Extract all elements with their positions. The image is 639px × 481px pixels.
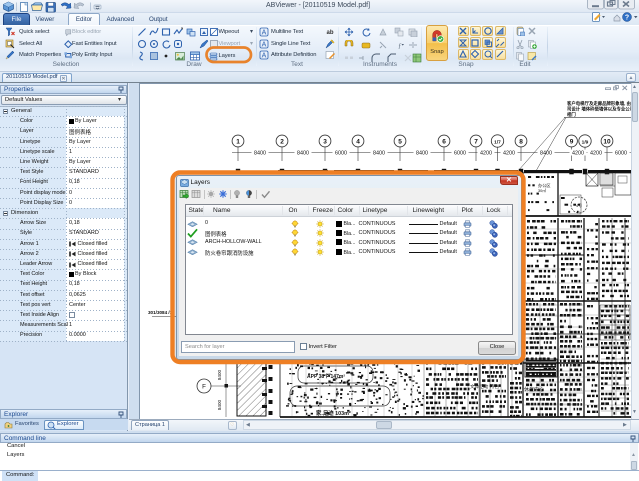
svg-text:30㎡: 30㎡ (538, 188, 546, 193)
svg-text:4200: 4200 (590, 150, 602, 156)
svg-text:3: 3 (323, 139, 327, 146)
svg-text:7: 7 (474, 139, 478, 146)
svg-text:1: 1 (236, 139, 240, 146)
svg-text:8400: 8400 (254, 150, 266, 156)
svg-text:8400: 8400 (297, 150, 309, 156)
svg-text:?: ? (625, 15, 629, 22)
svg-text:相门: 相门 (567, 111, 576, 118)
svg-text:休疫中心: 休疫中心 (524, 386, 544, 393)
svg-text:司设计 墙体砕砦墙体以及专业公司的图纸深化: 司设计 墙体砕砦墙体以及专业公司的图纸深化 (567, 106, 631, 113)
svg-text:ƒ: ƒ (398, 42, 402, 50)
svg-text:ab: ab (326, 30, 333, 36)
svg-text:2: 2 (280, 139, 284, 146)
svg-text:家.足迹 103m²: 家.足迹 103m² (316, 409, 351, 417)
svg-text:6000: 6000 (615, 150, 627, 156)
svg-text:9: 9 (570, 139, 574, 146)
svg-text:6: 6 (442, 139, 446, 146)
svg-text:10: 10 (603, 139, 611, 146)
svg-text:8400: 8400 (217, 369, 222, 380)
svg-text:6000: 6000 (335, 150, 347, 156)
svg-text:APP 38个 147m²: APP 38个 147m² (307, 373, 345, 380)
svg-text:4: 4 (356, 139, 360, 146)
svg-text:4200: 4200 (503, 150, 515, 156)
svg-text:8400: 8400 (373, 150, 385, 156)
svg-text:A: A (262, 30, 267, 37)
svg-text:8400: 8400 (217, 399, 222, 410)
svg-text:8400: 8400 (416, 150, 428, 156)
svg-text:4200: 4200 (572, 150, 584, 156)
svg-text:1/7: 1/7 (494, 140, 501, 146)
svg-text:A: A (262, 42, 267, 49)
svg-text:1/9: 1/9 (582, 140, 589, 146)
svg-text:6000: 6000 (454, 150, 466, 156)
svg-text:8: 8 (519, 139, 523, 146)
svg-text:5: 5 (398, 139, 402, 146)
svg-text:4200: 4200 (480, 150, 492, 156)
svg-text:A: A (262, 53, 267, 60)
svg-text:办公区: 办公区 (538, 182, 551, 189)
svg-text:F: F (202, 384, 206, 391)
